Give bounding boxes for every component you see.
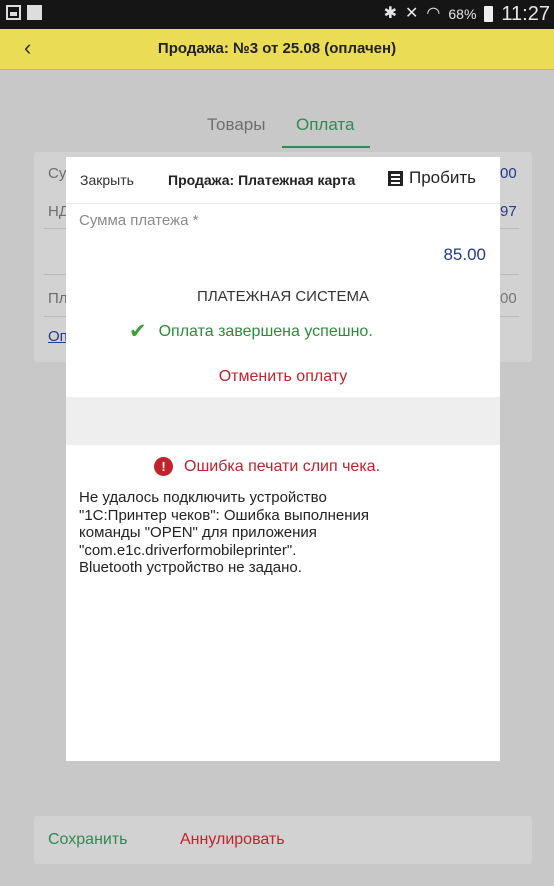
checkmark-icon: ✔ bbox=[129, 320, 147, 343]
summary-label-fragment: Су bbox=[48, 165, 67, 182]
error-message-line: Не удалось подключить устройство bbox=[79, 489, 327, 506]
error-icon: ! bbox=[154, 457, 173, 476]
tab-active-indicator bbox=[282, 146, 370, 148]
print-button-label: Пробить bbox=[409, 168, 477, 187]
error-message-line: команды "OPEN" для приложения bbox=[79, 524, 317, 541]
payment-amount-field[interactable]: 85.00 bbox=[443, 245, 486, 265]
payment-success-status: ✔ Оплата завершена успешно. bbox=[129, 320, 373, 343]
app-header: ‹ Продажа: №3 от 25.08 (оплачен) bbox=[0, 29, 554, 70]
error-status: ! Ошибка печати слип чека. bbox=[154, 457, 380, 476]
tab-payment[interactable]: Оплата bbox=[296, 115, 354, 135]
dialog-title: Продажа: Платежная карта bbox=[168, 172, 356, 188]
footer-actions: Сохранить Аннулировать bbox=[34, 816, 532, 864]
status-notifications bbox=[6, 5, 42, 20]
separator-band bbox=[66, 397, 500, 445]
error-message-line: Bluetooth устройство не задано. bbox=[79, 559, 302, 576]
save-button[interactable]: Сохранить bbox=[48, 831, 128, 849]
payment-system-heading: ПЛАТЕЖНАЯ СИСТЕМА bbox=[197, 288, 369, 305]
bluetooth-icon: ✱ bbox=[383, 5, 398, 22]
battery-percent: 68% bbox=[448, 6, 477, 22]
sum-value-fragment: 00 bbox=[500, 165, 517, 182]
tab-goods[interactable]: Товары bbox=[207, 115, 265, 135]
vat-value-fragment: 97 bbox=[500, 203, 517, 220]
paid-label-fragment: Пл bbox=[48, 290, 68, 307]
paid-value-fragment: 00 bbox=[500, 290, 517, 307]
payment-dialog: Закрыть Продажа: Платежная карта Пробить… bbox=[66, 157, 500, 761]
mute-icon: ✕ bbox=[405, 5, 419, 22]
print-button[interactable]: Пробить bbox=[388, 168, 476, 188]
battery-icon bbox=[484, 6, 494, 22]
error-title: Ошибка печати слип чека. bbox=[184, 457, 381, 475]
receipt-icon bbox=[388, 170, 403, 186]
status-bar: ✱ ✕ ◠ 68% 11:27 bbox=[0, 0, 554, 29]
status-indicators: ✱ ✕ ◠ 68% 11:27 bbox=[384, 3, 550, 25]
dialog-header: Закрыть Продажа: Платежная карта Пробить bbox=[66, 157, 500, 204]
close-button[interactable]: Закрыть bbox=[80, 172, 134, 188]
error-message-line: "com.e1c.driverformobileprinter". bbox=[79, 541, 297, 559]
clock: 11:27 bbox=[501, 3, 550, 25]
gallery-icon bbox=[27, 5, 42, 20]
tab-bar: Товары Оплата bbox=[0, 115, 554, 148]
wifi-icon: ◠ bbox=[426, 5, 441, 22]
error-message: Не удалось подключить устройство "1С:При… bbox=[79, 489, 489, 577]
page-title: Продажа: №3 от 25.08 (оплачен) bbox=[157, 40, 397, 57]
screenshot-icon bbox=[6, 5, 21, 20]
annul-button[interactable]: Аннулировать bbox=[180, 831, 285, 849]
payment-link-fragment[interactable]: Оп bbox=[48, 328, 68, 345]
success-text: Оплата завершена успешно. bbox=[158, 323, 373, 340]
payment-amount-label: Сумма платежа * bbox=[79, 212, 199, 229]
cancel-payment-button[interactable]: Отменить оплату bbox=[66, 368, 500, 386]
error-message-line: "1С:Принтер чеков": Ошибка выполнения bbox=[79, 506, 369, 524]
